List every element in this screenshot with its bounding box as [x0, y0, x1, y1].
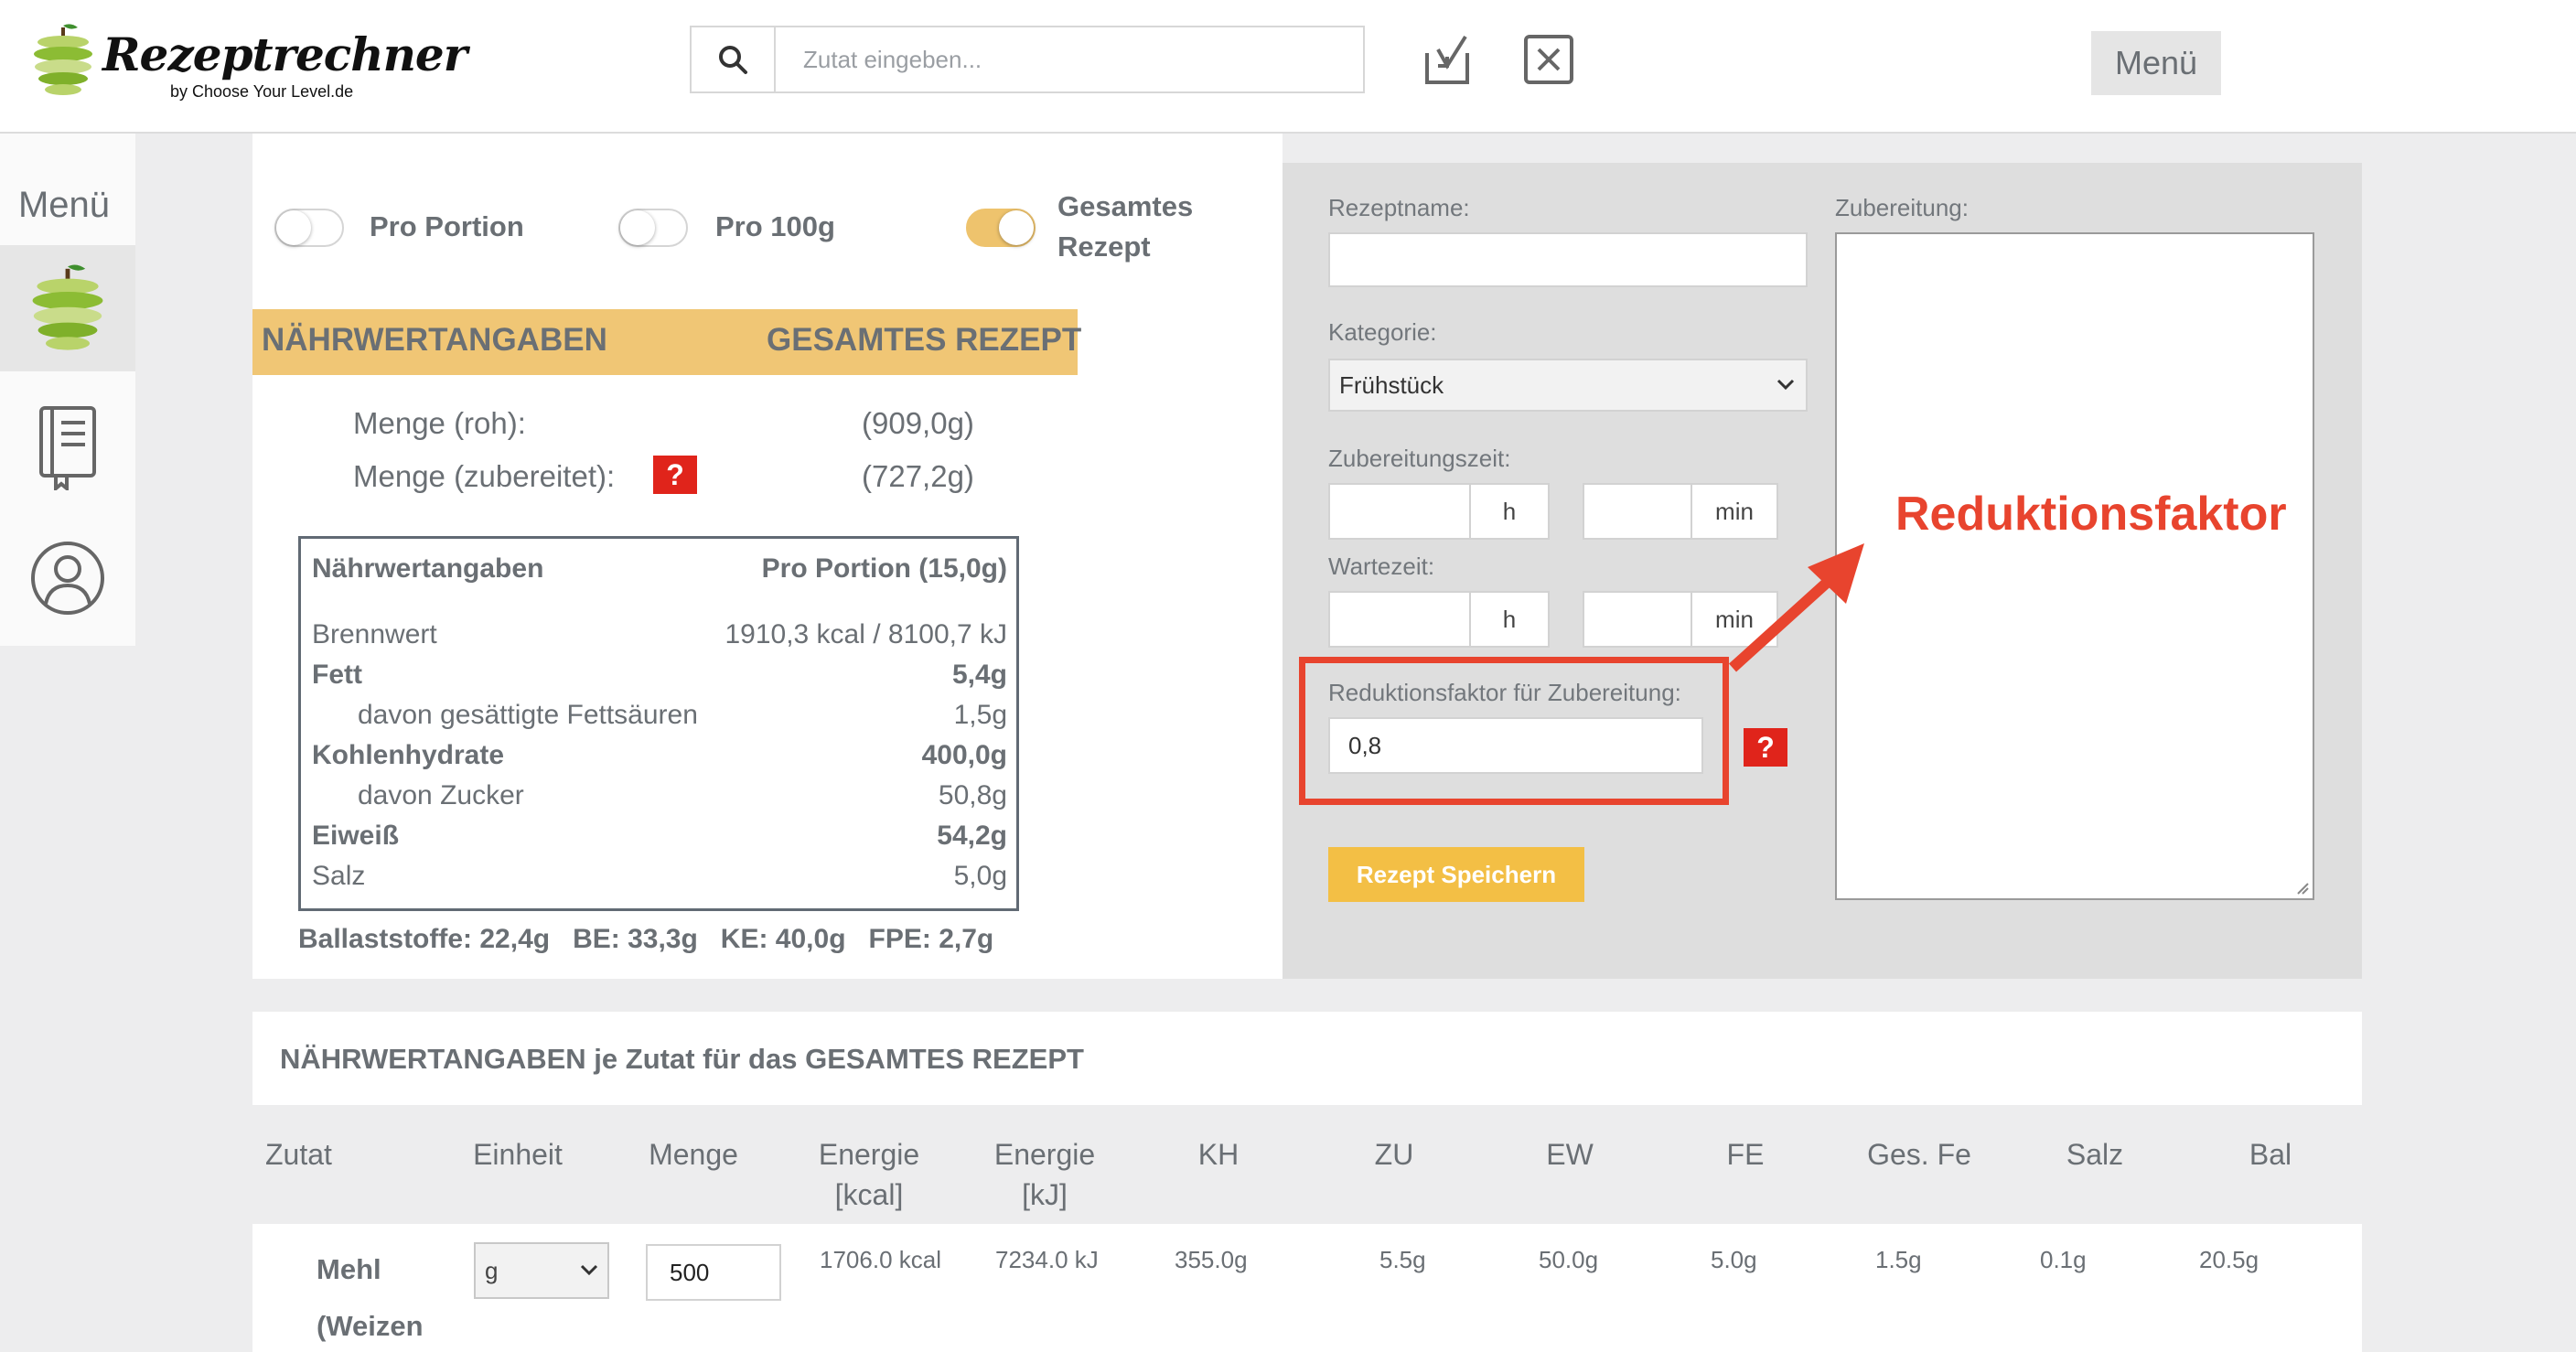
close-icon[interactable]	[1522, 33, 1575, 86]
search-input[interactable]	[774, 26, 1365, 93]
annotation-highlight-box	[1299, 657, 1729, 805]
column-header-kh: KH	[1197, 1138, 1240, 1171]
menge-zubereitet-label: Menge (zubereitet):	[353, 459, 616, 493]
nutrition-row-label: Eiweiß	[312, 821, 400, 851]
nutrition-row-label: Kohlenhydrate	[312, 740, 505, 770]
import-icon[interactable]	[1420, 33, 1475, 88]
zubereitungszeit-minutes-input[interactable]	[1583, 483, 1692, 540]
cell-ew: 50.0g	[1539, 1246, 1599, 1273]
menu-button[interactable]: Menü	[2091, 31, 2221, 95]
nutrition-table: Nährwertangaben Pro Portion (15,0g) Bren…	[298, 536, 1019, 911]
zubereitung-label: Zubereitung:	[1835, 194, 1969, 221]
menge-roh-label: Menge (roh):	[353, 406, 526, 440]
nutrition-row-label: Brennwert	[312, 619, 437, 649]
rezeptname-input[interactable]	[1328, 232, 1808, 287]
column-header-fe: FE	[1726, 1138, 1765, 1171]
toggle-pro-portion[interactable]	[274, 209, 344, 247]
sidebar-item-profile[interactable]	[0, 523, 135, 633]
column-header-einheit: Einheit	[473, 1138, 563, 1171]
cell-ges-fe: 1.5g	[1875, 1246, 1922, 1273]
column-header-energie-kcal: Energie [kcal]	[818, 1138, 920, 1211]
wartezeit-minutes-input[interactable]	[1583, 591, 1692, 648]
nutrition-row-value: 1,5g	[953, 700, 1007, 730]
nutrition-table-header-right: Pro Portion (15,0g)	[761, 553, 1007, 584]
zubereitungszeit-hours-input[interactable]	[1328, 483, 1471, 540]
cell-zu: 5.5g	[1379, 1246, 1426, 1273]
nutrition-header-mode: GESAMTES REZEPT	[767, 322, 1082, 358]
nutrition-row-label: davon Zucker	[358, 780, 524, 810]
column-header-bal: Bal	[2249, 1138, 2292, 1171]
logo-title[interactable]: Rezeptrechner	[102, 27, 467, 81]
einheit-select[interactable]: g	[474, 1242, 609, 1299]
toggle-gesamtes-rezept-label-2: Rezept	[1057, 231, 1151, 263]
zubereitungszeit-label: Zubereitungszeit:	[1328, 445, 1511, 472]
toggle-pro-100g-label: Pro 100g	[715, 210, 835, 242]
cell-energie-kcal: 1706.0 kcal	[820, 1246, 941, 1273]
help-button[interactable]: ?	[653, 456, 697, 494]
resize-handle-icon[interactable]	[2294, 880, 2309, 895]
nutrition-row-label: davon gesättigte Fettsäuren	[358, 700, 698, 730]
wartezeit-hours-unit: h	[1469, 591, 1550, 648]
ballaststoffe-summary: Ballaststoffe: 22,4g BE: 33,3g KE: 40,0g…	[298, 924, 994, 954]
einheit-selected: g	[485, 1256, 499, 1284]
nutrition-table-header-left: Nährwertangaben	[312, 553, 544, 584]
cell-bal: 20.5g	[2199, 1246, 2259, 1273]
nutrition-row-value: 5,0g	[953, 861, 1007, 891]
ingredients-title: NÄHRWERTANGABEN je Zutat für das GESAMTE…	[280, 1043, 1084, 1075]
column-header-zu: ZU	[1374, 1138, 1414, 1171]
nutrition-row-value: 5,4g	[951, 660, 1007, 690]
toggle-gesamtes-rezept[interactable]	[966, 209, 1036, 247]
cell-salz: 0.1g	[2040, 1246, 2087, 1273]
wartezeit-label: Wartezeit:	[1328, 553, 1435, 580]
sidebar-menu-label: Menü	[17, 185, 111, 225]
user-icon	[31, 542, 104, 615]
column-header-ges-fe: Ges. Fe	[1867, 1138, 1971, 1171]
book-icon	[39, 406, 96, 490]
column-header-ew: EW	[1546, 1138, 1594, 1171]
save-recipe-button[interactable]: Rezept Speichern	[1328, 847, 1584, 902]
column-header-zutat: Zutat	[265, 1138, 332, 1171]
nutrition-row-value: 54,2g	[937, 821, 1007, 851]
zubereitungszeit-hours-unit: h	[1469, 483, 1550, 540]
toggle-gesamtes-rezept-label-1: Gesamtes	[1057, 190, 1194, 222]
nutrition-header-title: NÄHRWERTANGABEN	[262, 322, 607, 358]
chevron-down-icon	[580, 1264, 598, 1276]
nutrition-row-value: 400,0g	[921, 740, 1007, 770]
chevron-down-icon	[1776, 379, 1795, 391]
sidebar-item-recipes[interactable]	[0, 393, 135, 501]
kategorie-select[interactable]: Frühstück	[1328, 359, 1808, 412]
sidebar-item-home[interactable]	[0, 245, 135, 371]
help-button[interactable]: ?	[1744, 728, 1787, 767]
search-icon	[719, 46, 747, 74]
kategorie-label: Kategorie:	[1328, 318, 1437, 346]
apple-logo-icon[interactable]	[31, 22, 95, 99]
ingredient-name-line2: (Weizen	[317, 1310, 424, 1342]
column-header-energie-kj: Energie [kJ]	[993, 1138, 1096, 1211]
nutrition-row-value: 1910,3 kcal / 8100,7 kJ	[724, 619, 1007, 649]
zubereitung-textarea[interactable]	[1835, 232, 2314, 900]
wartezeit-hours-input[interactable]	[1328, 591, 1471, 648]
cell-kh: 355.0g	[1175, 1246, 1248, 1273]
menge-input[interactable]	[646, 1244, 781, 1301]
nutrition-row-label: Fett	[312, 660, 362, 690]
apple-logo-icon	[32, 264, 103, 350]
rezeptname-label: Rezeptname:	[1328, 194, 1470, 221]
search-button[interactable]	[690, 26, 774, 93]
nutrition-row-label: Salz	[312, 861, 366, 891]
ingredient-name-line1: Mehl	[317, 1253, 381, 1285]
annotation-arrow-icon	[1728, 543, 1864, 672]
logo-subtitle: by Choose Your Level.de	[170, 82, 354, 101]
annotation-label: Reduktionsfaktor	[1895, 488, 2287, 541]
menge-zubereitet-value: (727,2g)	[862, 459, 974, 493]
menge-roh-value: (909,0g)	[862, 406, 974, 440]
column-header-salz: Salz	[2066, 1138, 2124, 1171]
cell-energie-kj: 7234.0 kJ	[995, 1246, 1099, 1273]
toggle-pro-portion-label: Pro Portion	[370, 210, 524, 242]
toggle-pro-100g[interactable]	[618, 209, 688, 247]
column-header-menge: Menge	[649, 1138, 738, 1171]
cell-fe: 5.0g	[1711, 1246, 1757, 1273]
nutrition-row-value: 50,8g	[938, 780, 1007, 810]
kategorie-selected: Frühstück	[1339, 370, 1444, 399]
